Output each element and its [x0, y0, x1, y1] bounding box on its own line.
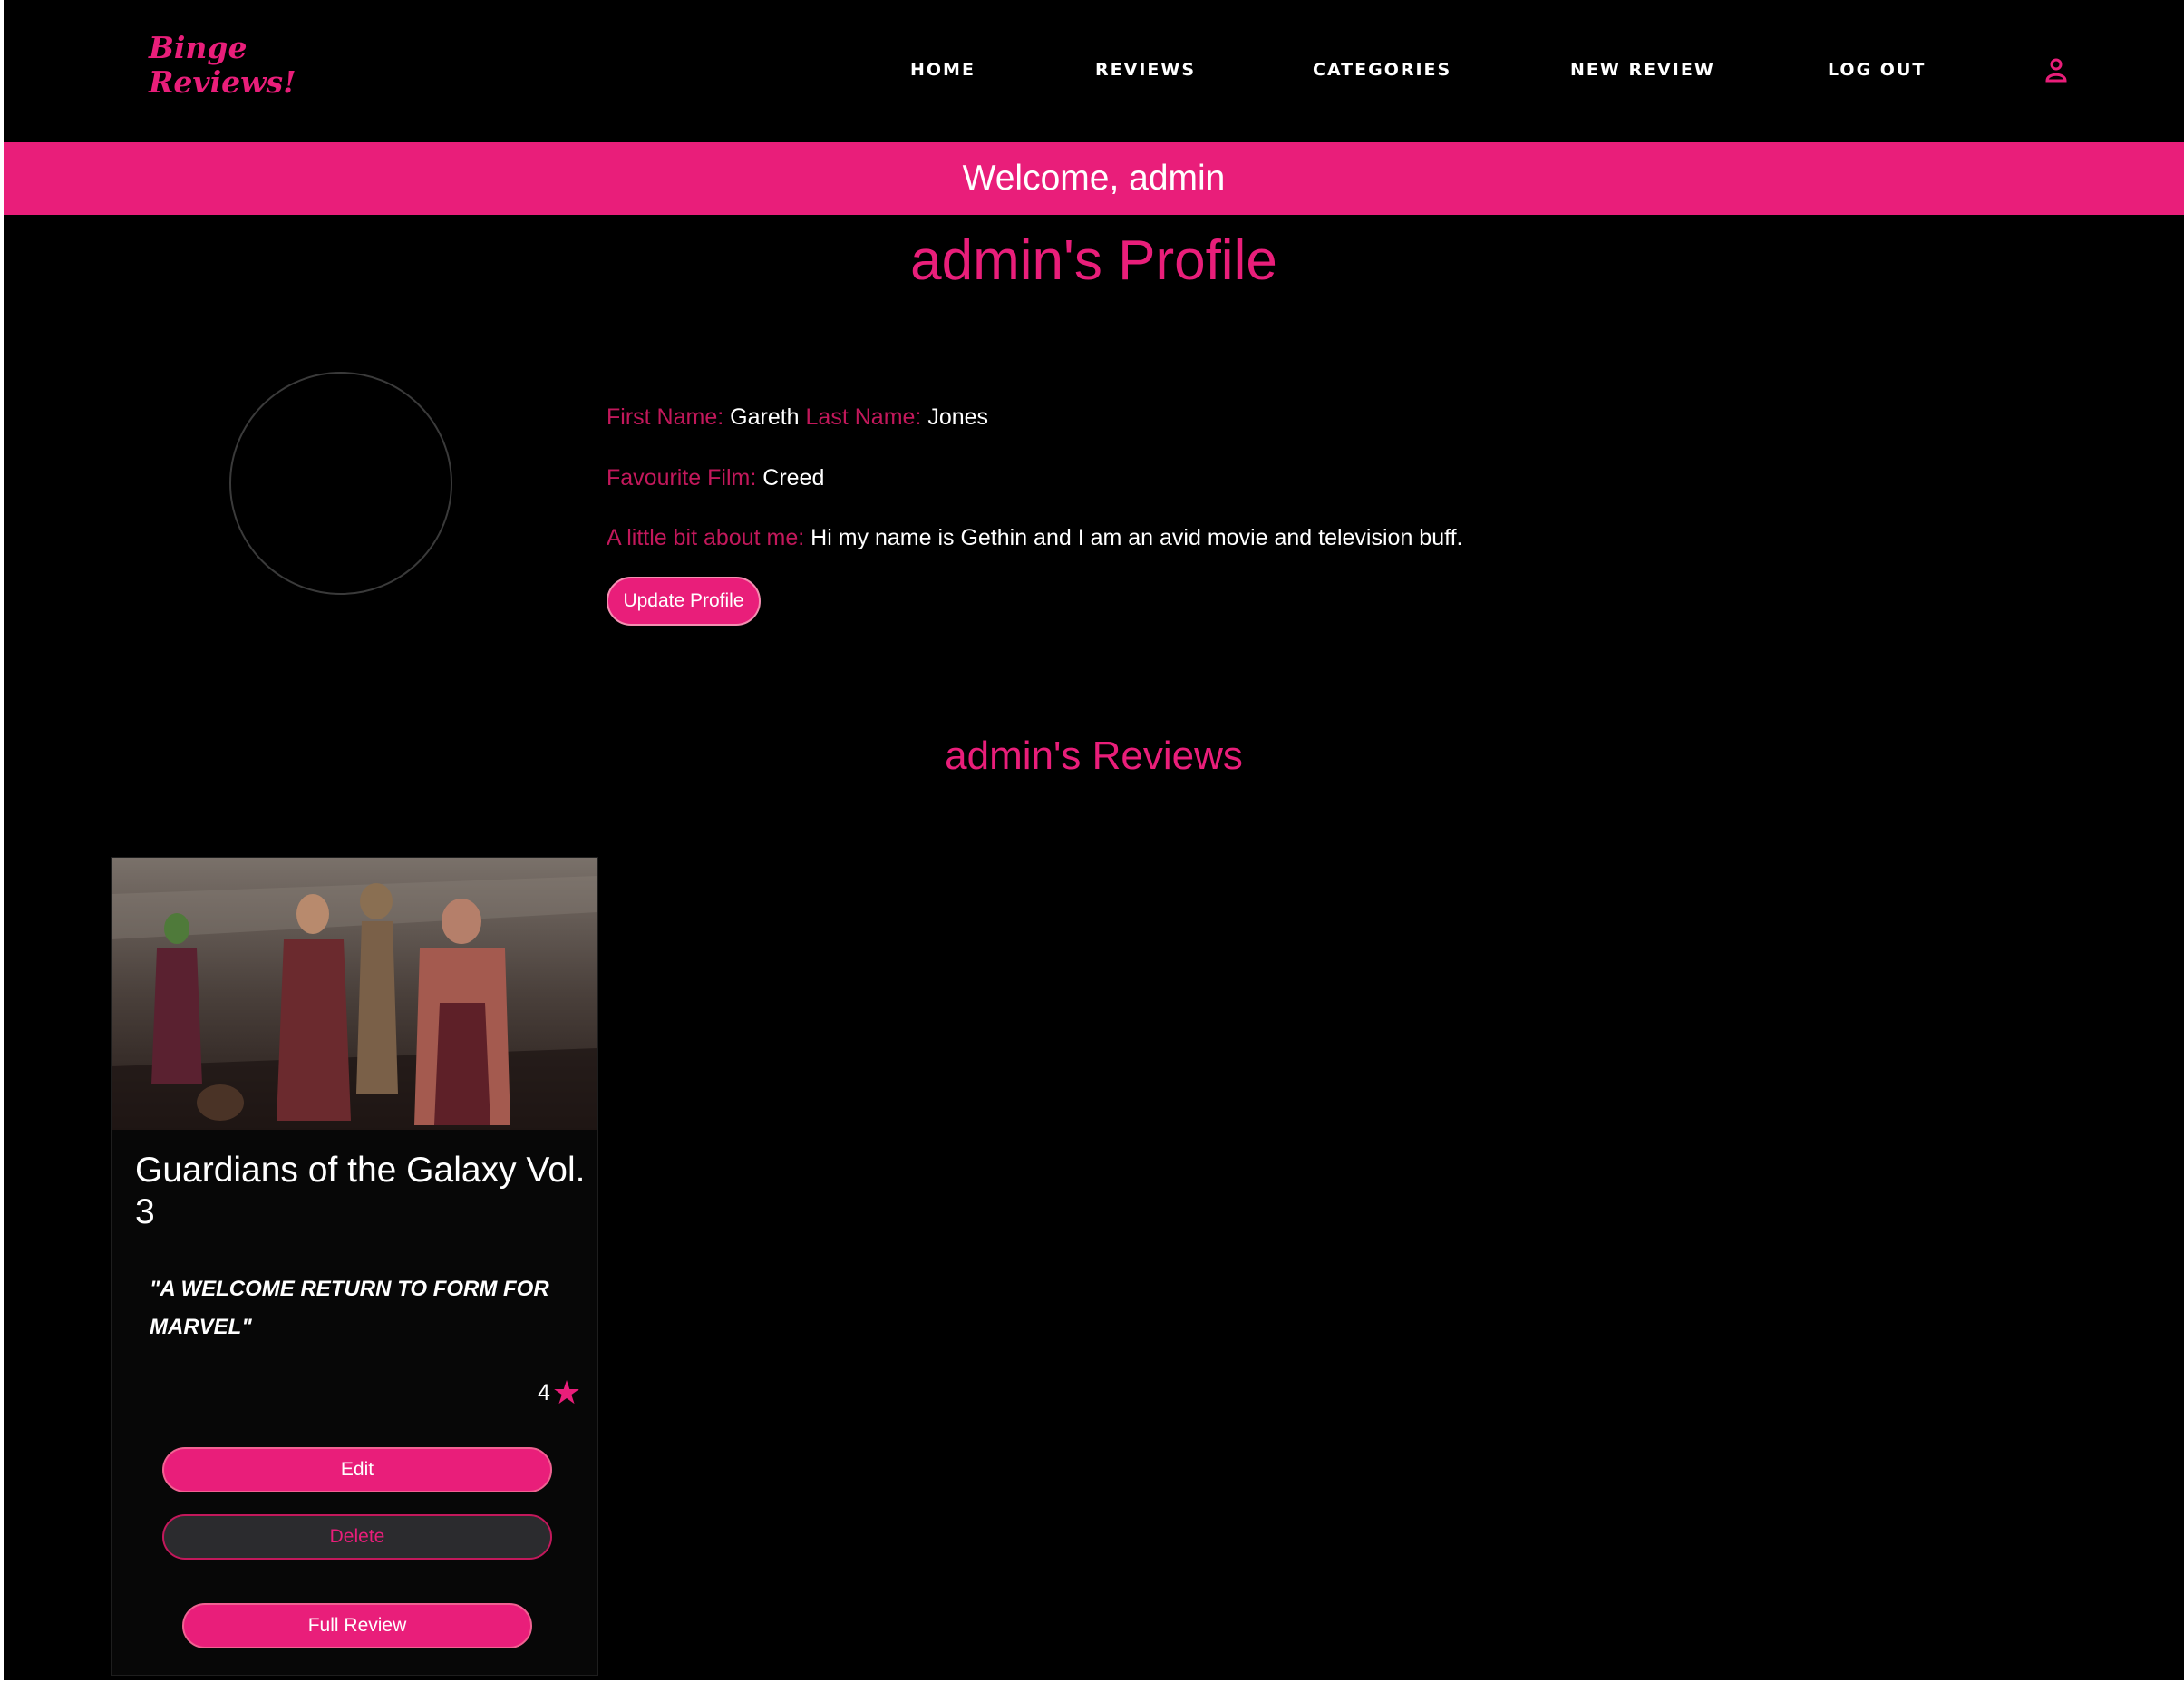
review-rating: 4 ★	[538, 1373, 581, 1413]
nav-home[interactable]: HOME	[910, 60, 976, 80]
nav-new-review[interactable]: NEW REVIEW	[1570, 60, 1715, 80]
update-profile-button[interactable]: Update Profile	[607, 577, 761, 626]
user-icon[interactable]	[2045, 57, 2067, 83]
page: Binge Reviews! HOME REVIEWS CATEGORIES N…	[4, 0, 2184, 1680]
favourite-film-row: Favourite Film: Creed	[607, 462, 824, 493]
about-value: Hi my name is Gethin and I am an avid mo…	[811, 525, 1463, 550]
review-card-quote: "A welcome return to form for Marvel"	[150, 1277, 549, 1339]
nav-log-out[interactable]: LOG OUT	[1828, 60, 1926, 80]
about-label: A little bit about me:	[607, 525, 805, 550]
first-name-label: First Name:	[607, 404, 724, 430]
welcome-text: Welcome, admin	[962, 159, 1226, 198]
brand-line-1: Binge	[149, 30, 248, 65]
star-icon: ★	[551, 1374, 582, 1411]
profile-title: admin's Profile	[910, 229, 1277, 292]
review-card-image	[112, 858, 597, 1130]
brand-logo[interactable]: Binge Reviews!	[149, 31, 312, 100]
favourite-film-label: Favourite Film:	[607, 465, 757, 491]
full-review-button[interactable]: Full Review	[182, 1603, 532, 1648]
last-name-value: Jones	[927, 404, 989, 430]
last-name-label: Last Name:	[805, 404, 922, 430]
nav-categories[interactable]: CATEGORIES	[1313, 60, 1451, 80]
rating-value: 4	[538, 1379, 550, 1405]
reviews-title: admin's Reviews	[945, 734, 1243, 778]
name-row: First Name: Gareth Last Name: Jones	[607, 402, 988, 433]
review-card-title: Guardians of the Galaxy Vol. 3	[135, 1151, 586, 1231]
welcome-banner: Welcome, admin	[4, 142, 2184, 215]
delete-review-button[interactable]: Delete	[162, 1514, 552, 1560]
edit-review-button[interactable]: Edit	[162, 1447, 552, 1492]
brand-line-2: Reviews!	[149, 64, 296, 100]
about-row: A little bit about me: Hi my name is Get…	[607, 522, 1463, 553]
avatar	[229, 372, 452, 595]
favourite-film-value: Creed	[762, 465, 825, 491]
review-card: Guardians of the Galaxy Vol. 3 "A welcom…	[111, 857, 598, 1676]
nav-reviews[interactable]: REVIEWS	[1095, 60, 1196, 80]
first-name-value: Gareth	[730, 404, 800, 430]
